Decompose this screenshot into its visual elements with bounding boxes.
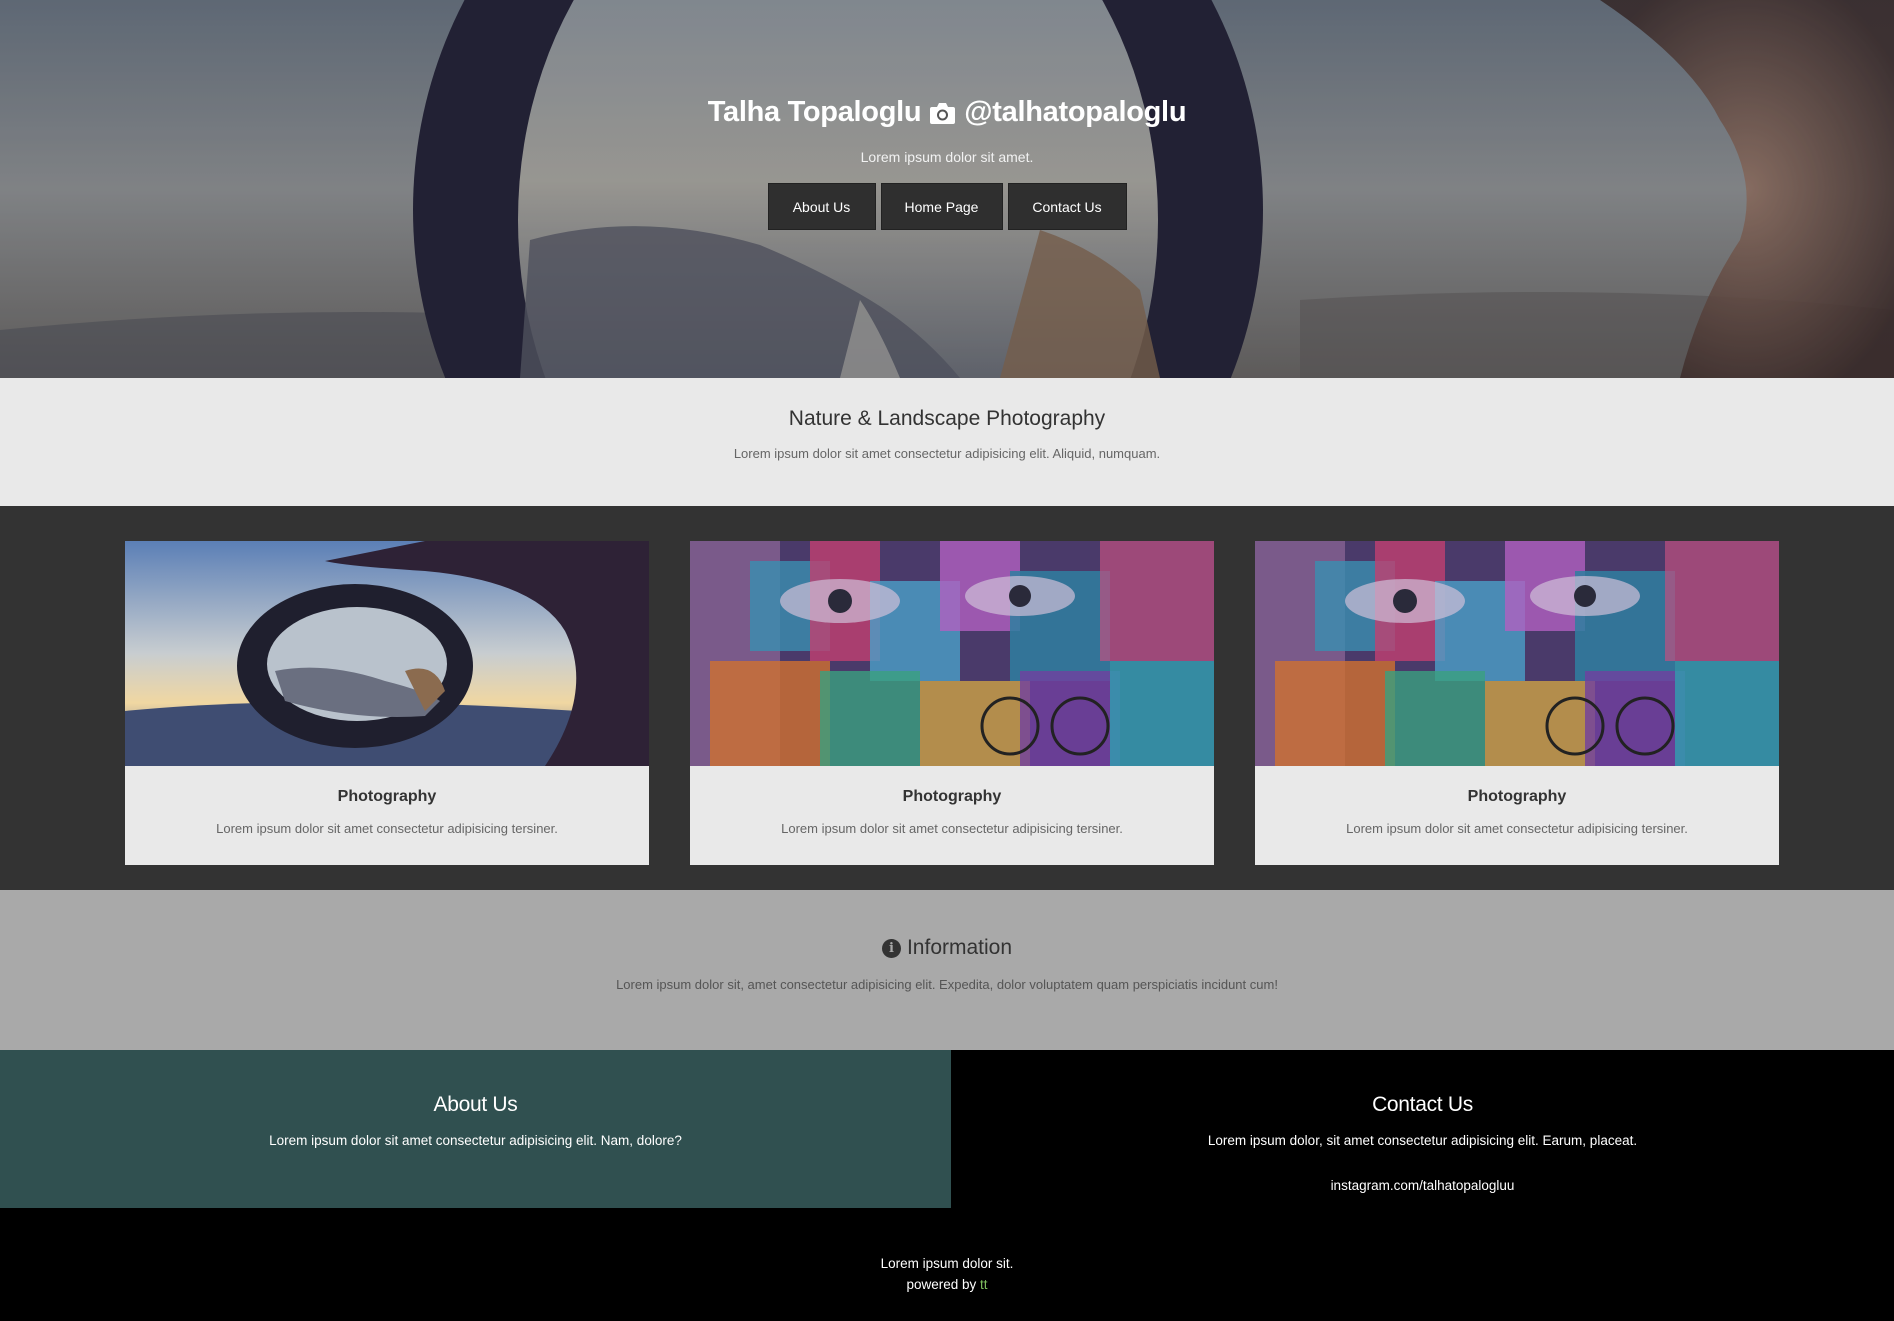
cards-section: Photography Lorem ipsum dolor sit amet c… xyxy=(0,506,1894,890)
footer-text: Lorem ipsum dolor sit. xyxy=(880,1256,1014,1271)
photo-card: Photography Lorem ipsum dolor sit amet c… xyxy=(125,541,649,865)
card-text: Lorem ipsum dolor sit amet consectetur a… xyxy=(1346,821,1688,836)
about-us-text: Lorem ipsum dolor sit amet consectetur a… xyxy=(269,1133,682,1148)
photo-card: Photography Lorem ipsum dolor sit amet c… xyxy=(690,541,1214,865)
footer-brand-link[interactable]: tt xyxy=(980,1277,988,1292)
hero-name: Talha Topaloglu xyxy=(707,96,922,128)
nav-about-us[interactable]: About Us xyxy=(767,183,876,230)
contact-us-panel: Contact Us Lorem ipsum dolor, sit amet c… xyxy=(951,1050,1894,1208)
main-nav: About Us Home Page Contact Us xyxy=(767,183,1127,230)
hero-content: Talha Topaloglu @talhatopaloglu Lorem ip… xyxy=(0,96,1894,230)
intro-title: Nature & Landscape Photography xyxy=(788,407,1106,430)
information-section: i Information Lorem ipsum dolor sit, ame… xyxy=(0,890,1894,1050)
card-title: Photography xyxy=(1467,788,1567,805)
intro-section: Nature & Landscape Photography Lorem ips… xyxy=(0,378,1894,506)
photo-card: Photography Lorem ipsum dolor sit amet c… xyxy=(1255,541,1779,865)
information-title-text: Information xyxy=(906,936,1013,959)
card-image-lens xyxy=(125,541,649,766)
nav-contact-us[interactable]: Contact Us xyxy=(1007,183,1127,230)
hero-handle: @talhatopaloglu xyxy=(964,96,1187,128)
about-us-panel: About Us Lorem ipsum dolor sit amet cons… xyxy=(0,1050,951,1208)
hero-title: Talha Topaloglu @talhatopaloglu xyxy=(707,96,1187,129)
information-title: i Information xyxy=(881,936,1013,960)
card-title: Photography xyxy=(337,788,437,805)
contact-us-title: Contact Us xyxy=(1372,1093,1473,1116)
instagram-link[interactable]: instagram.com/talhatopalogluu xyxy=(1331,1178,1515,1193)
information-text: Lorem ipsum dolor sit, amet consectetur … xyxy=(616,977,1278,992)
footer-powered-line: powered by tt xyxy=(0,1274,1894,1295)
hero-banner: Talha Topaloglu @talhatopaloglu Lorem ip… xyxy=(0,0,1894,378)
card-text: Lorem ipsum dolor sit amet consectetur a… xyxy=(216,821,558,836)
card-image-art xyxy=(1255,541,1779,766)
card-title: Photography xyxy=(902,788,1002,805)
nav-home-page[interactable]: Home Page xyxy=(880,183,1003,230)
camera-icon xyxy=(930,102,956,124)
page-footer: Lorem ipsum dolor sit. powered by tt xyxy=(0,1208,1894,1321)
footer-powered-label: powered by xyxy=(906,1277,977,1292)
intro-text: Lorem ipsum dolor sit amet consectetur a… xyxy=(733,446,1161,461)
contact-us-text: Lorem ipsum dolor, sit amet consectetur … xyxy=(1207,1133,1638,1148)
card-text: Lorem ipsum dolor sit amet consectetur a… xyxy=(781,821,1123,836)
about-contact-section: About Us Lorem ipsum dolor sit amet cons… xyxy=(0,1050,1894,1208)
info-circle-icon: i xyxy=(881,938,901,958)
card-image-art xyxy=(690,541,1214,766)
about-us-title: About Us xyxy=(433,1093,518,1116)
hero-subtitle: Lorem ipsum dolor sit amet. xyxy=(860,149,1034,165)
